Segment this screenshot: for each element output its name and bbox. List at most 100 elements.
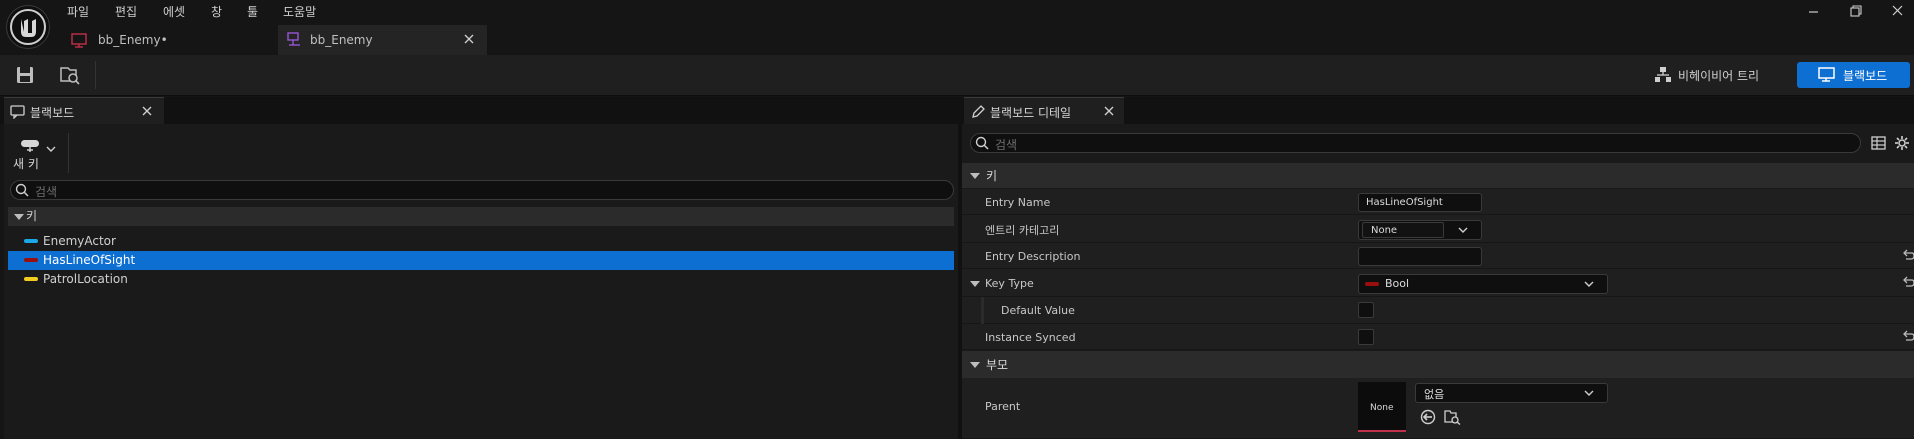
indent-guide xyxy=(981,297,984,324)
key-category-label: 키 xyxy=(26,209,38,223)
section-label: 키 xyxy=(986,169,998,183)
search-placeholder: 검색 xyxy=(35,185,58,199)
behavior-tree-mode-button[interactable]: 비헤이비어 트리 xyxy=(1648,62,1759,88)
blackboard-mode-button[interactable]: 블랙보드 xyxy=(1797,62,1910,88)
entry-category-value: None xyxy=(1371,225,1398,236)
blackboard-panel-tab[interactable]: 블랙보드 xyxy=(4,97,164,124)
speech-bubble-icon xyxy=(10,105,26,119)
key-row-patrollocation[interactable]: PatrolLocation xyxy=(8,270,954,289)
menu-file[interactable]: 파일 xyxy=(67,4,89,20)
parent-asset-thumbnail[interactable]: None xyxy=(1358,382,1406,432)
add-key-icon xyxy=(19,139,41,153)
entry-name-label: Entry Name xyxy=(985,196,1051,209)
blackboard-asset-icon xyxy=(71,32,89,48)
section-key-header[interactable]: 키 xyxy=(962,163,1914,188)
document-tab-label: bb_Enemy• xyxy=(98,33,168,47)
default-value-label: Default Value xyxy=(1001,304,1075,317)
key-search-input[interactable]: 검색 xyxy=(10,180,954,200)
search-placeholder: 검색 xyxy=(995,138,1018,152)
table-view-icon[interactable] xyxy=(1871,135,1887,151)
collapse-arrow-icon xyxy=(970,172,980,180)
key-type-combo[interactable]: Bool xyxy=(1358,274,1608,294)
key-row-enemyactor[interactable]: EnemyActor xyxy=(8,232,954,251)
blackboard-asset-icon xyxy=(286,32,304,48)
entry-category-textbox[interactable]: None xyxy=(1362,222,1444,238)
entry-category-combo[interactable]: None xyxy=(1358,220,1482,240)
parent-label: Parent xyxy=(985,400,1021,413)
restore-icon[interactable] xyxy=(1846,2,1866,20)
close-panel-icon[interactable] xyxy=(142,106,152,116)
entry-name-value: HasLineOfSight xyxy=(1366,197,1443,208)
browse-asset-icon[interactable] xyxy=(1444,409,1462,425)
minimize-icon[interactable] xyxy=(1804,2,1824,20)
entry-description-label: Entry Description xyxy=(985,250,1081,263)
entry-name-row: Entry Name HasLineOfSight xyxy=(962,189,1914,215)
document-tab-active[interactable]: bb_Enemy xyxy=(278,25,487,55)
entry-category-row: 엔트리 카테고리 None xyxy=(962,215,1914,243)
browse-asset-icon[interactable] xyxy=(58,64,80,86)
key-name: HasLineOfSight xyxy=(43,253,136,267)
unreal-logo-icon[interactable] xyxy=(6,5,50,49)
behavior-tree-icon xyxy=(1654,66,1672,84)
collapse-arrow-icon xyxy=(14,213,24,221)
blackboard-icon xyxy=(1817,66,1837,84)
key-name: PatrolLocation xyxy=(43,272,128,286)
key-category-row[interactable]: 키 xyxy=(8,207,954,226)
menu-window[interactable]: 창 xyxy=(211,4,222,20)
menu-edit[interactable]: 편집 xyxy=(115,4,137,20)
blackboard-details-panel-tab[interactable]: 블랙보드 디테일 xyxy=(964,97,1124,124)
save-icon[interactable] xyxy=(14,64,36,86)
details-search-input[interactable]: 검색 xyxy=(970,133,1861,153)
instance-synced-row: Instance Synced xyxy=(962,324,1914,350)
menu-tools[interactable]: 툴 xyxy=(247,4,258,20)
pencil-icon xyxy=(970,104,986,120)
collapse-arrow-icon[interactable] xyxy=(970,280,980,288)
reset-to-default-icon[interactable] xyxy=(1901,330,1914,344)
gear-icon[interactable] xyxy=(1894,135,1910,151)
default-value-checkbox[interactable] xyxy=(1358,302,1374,318)
key-type-color-icon xyxy=(24,239,38,243)
chevron-down-icon xyxy=(45,144,57,154)
close-window-icon[interactable] xyxy=(1888,2,1908,20)
blackboard-label: 블랙보드 xyxy=(1843,69,1888,83)
toolbar-divider xyxy=(95,61,96,89)
section-parent-header[interactable]: 부모 xyxy=(962,351,1914,378)
chevron-down-icon xyxy=(1457,226,1469,236)
parent-combo-value: 없음 xyxy=(1424,388,1445,401)
menu-asset[interactable]: 에셋 xyxy=(163,4,185,20)
parent-row: Parent None 없음 xyxy=(962,378,1914,439)
reset-to-default-icon[interactable] xyxy=(1901,276,1914,290)
key-type-value: Bool xyxy=(1385,277,1410,290)
new-key-button[interactable]: 새 키 xyxy=(9,131,67,175)
asset-toolbar: 비헤이비어 트리 xyxy=(0,55,1914,96)
chevron-down-icon xyxy=(1583,280,1595,290)
menu-help[interactable]: 도움말 xyxy=(283,4,316,20)
divider xyxy=(68,133,69,173)
document-tab-label: bb_Enemy xyxy=(310,33,373,47)
section-label: 부모 xyxy=(986,358,1009,372)
chevron-down-icon xyxy=(1583,389,1595,399)
instance-synced-checkbox[interactable] xyxy=(1358,329,1374,345)
key-type-color-icon xyxy=(1365,282,1379,286)
parent-asset-combo[interactable]: 없음 xyxy=(1415,383,1608,403)
document-tab-unsaved[interactable]: bb_Enemy• xyxy=(62,25,272,55)
key-row-haslineofsight[interactable]: HasLineOfSight xyxy=(8,251,954,270)
panel-tab-label: 블랙보드 xyxy=(30,106,75,120)
entry-category-label: 엔트리 카테고리 xyxy=(985,224,1060,237)
key-name: EnemyActor xyxy=(43,234,116,248)
use-selected-asset-icon[interactable] xyxy=(1420,409,1436,425)
search-icon xyxy=(975,136,989,150)
key-type-label: Key Type xyxy=(985,277,1034,290)
collapse-arrow-icon xyxy=(970,361,980,369)
close-panel-icon[interactable] xyxy=(1104,106,1114,116)
entry-description-field[interactable] xyxy=(1358,247,1482,266)
entry-name-field[interactable]: HasLineOfSight xyxy=(1358,193,1482,212)
entry-description-row: Entry Description xyxy=(962,243,1914,269)
reset-to-default-icon[interactable] xyxy=(1901,249,1914,263)
close-tab-icon[interactable] xyxy=(463,33,475,45)
instance-synced-label: Instance Synced xyxy=(985,331,1076,344)
panel-tab-label: 블랙보드 디테일 xyxy=(990,106,1072,120)
key-type-color-icon xyxy=(24,277,38,281)
behavior-tree-label: 비헤이비어 트리 xyxy=(1678,69,1760,83)
search-icon xyxy=(15,183,29,197)
